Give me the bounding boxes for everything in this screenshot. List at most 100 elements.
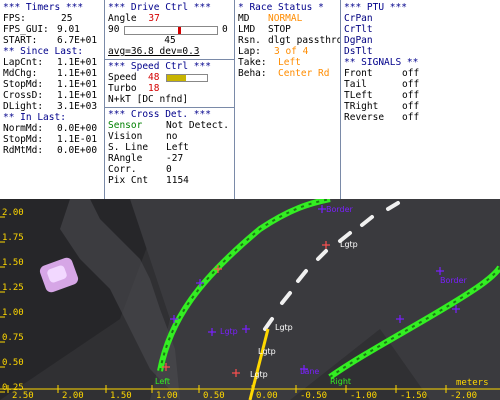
slider-max-label: 0	[222, 24, 228, 35]
signal-tleft-value: off	[402, 90, 420, 101]
crossd-value: 1.1E+01	[57, 90, 98, 101]
camera-view[interactable]: Left Right Border Lgtp Lgtp Lgtp Lgtp Bo…	[0, 199, 500, 400]
stopmd-label: StopMd:	[3, 79, 44, 90]
slider-min-label: 90	[108, 24, 120, 35]
fps-label: FPS:	[3, 13, 26, 24]
normmd-label: NormMd:	[3, 123, 44, 134]
speed-bar	[166, 74, 208, 82]
timers-header: *** Timers ***	[3, 2, 84, 13]
y-tick-label: 0.75	[2, 333, 24, 343]
rdmtmd-label: RdMtMd:	[3, 145, 44, 156]
y-tick-label: 2.00	[2, 208, 24, 218]
signal-tail-label: Tail	[344, 79, 367, 90]
marker-label-lane: Lane	[300, 367, 319, 376]
fps-gui-label: FPS_GUI:	[3, 24, 49, 35]
rangle-label: RAngle	[108, 153, 143, 164]
stopmd-value: 1.1E+01	[57, 79, 98, 90]
x-tick-label: 0.50	[203, 391, 225, 400]
lapcnt-label: LapCnt:	[3, 57, 44, 68]
in-last-header: ** In Last:	[3, 112, 66, 123]
signals-header: ** SIGNALS **	[344, 57, 419, 68]
speed-bar-fill	[167, 75, 187, 81]
take-value: Left	[278, 57, 301, 68]
pix-cnt-label: Pix Cnt	[108, 175, 149, 186]
x-unit-label: meters	[456, 378, 489, 388]
beha-value: Center Rd	[278, 68, 330, 79]
dlight-label: DLight:	[3, 101, 44, 112]
corr-value: 0	[166, 164, 172, 175]
avg-dev-text: avg=36.8 dev=0.3	[108, 46, 200, 57]
lmd-label: LMD	[238, 24, 256, 35]
divider	[105, 107, 234, 108]
angle-value: 37	[148, 13, 160, 24]
divider	[105, 59, 234, 60]
start-label: START:	[3, 35, 38, 46]
marker-label-border-right: Border	[440, 276, 468, 285]
pix-cnt-value: 1154	[166, 175, 189, 186]
signal-tleft-label: TLeft	[344, 90, 373, 101]
angle-label: Angle	[108, 13, 137, 24]
crossd-label: CrossD:	[3, 90, 44, 101]
rangle-value: -27	[166, 153, 184, 164]
cross-header: *** Cross Det. ***	[108, 109, 211, 120]
timers-panel: *** Timers *** FPS: 25 FPS_GUI: 9.01 START…	[0, 0, 105, 199]
x-tick-label: -2.00	[450, 391, 477, 400]
lapcnt-value: 1.1E+01	[57, 57, 98, 68]
camera-overlay: Left Right Border Lgtp Lgtp Lgtp Lgtp Bo…	[0, 199, 500, 400]
angle-slider-thumb[interactable]	[178, 27, 182, 34]
marker-label-lgtp-3: Lgtp	[258, 347, 276, 356]
corr-label: Corr.	[108, 164, 137, 175]
s-line-label: S. Line	[108, 142, 149, 153]
x-tick-label: 0.00	[256, 391, 278, 400]
ptu-crpan[interactable]: CrPan	[344, 13, 497, 24]
x-tick-label: -1.00	[350, 391, 377, 400]
normmd-value: 0.0E+00	[57, 123, 98, 134]
md-value: NORMAL	[268, 13, 303, 24]
md-label: MD	[238, 13, 250, 24]
speed-value: 48	[148, 72, 160, 83]
marker-label-lgtp-4: Lgtp	[220, 327, 238, 336]
drive-panel: *** Drive Ctrl *** Angle 37 90 0 45 avg=…	[105, 0, 235, 199]
signal-tail-value: off	[402, 79, 420, 90]
mdchg-value: 1.1E+01	[57, 68, 98, 79]
signal-reverse-label: Reverse	[344, 112, 385, 123]
y-tick-label: 1.00	[2, 308, 24, 318]
rsn-value: dlgt passthrough	[268, 35, 341, 46]
marker-label-lgtp-1: Lgtp	[340, 240, 358, 249]
signal-front-label: Front	[344, 68, 373, 79]
drive-header: *** Drive Ctrl ***	[108, 2, 211, 13]
turbo-value: 18	[148, 83, 160, 94]
y-tick-label: 1.50	[2, 258, 24, 268]
lane-right-label: Right	[330, 377, 351, 386]
ptu-crtlt[interactable]: CrTlt	[344, 24, 497, 35]
take-label: Take:	[238, 57, 267, 68]
speed-header: *** Speed Ctrl ***	[108, 61, 211, 72]
marker-label-lgtp-5: Lgtp	[250, 370, 268, 379]
signal-tright-value: off	[402, 101, 420, 112]
dlight-value: 3.1E+03	[57, 101, 98, 112]
stopmd-last-value: 1.1E-01	[57, 134, 98, 145]
mdchg-label: MdChg:	[3, 68, 38, 79]
fps-gui-value: 9.01	[57, 24, 80, 35]
start-value: 6.7E+01	[57, 35, 98, 46]
x-tick-label: 2.50	[12, 391, 34, 400]
signal-front-value: off	[402, 68, 420, 79]
ptu-dgpan[interactable]: DgPan	[344, 35, 497, 46]
rsn-label: Rsn.	[238, 35, 261, 46]
x-tick-label: -0.50	[300, 391, 327, 400]
beha-label: Beha:	[238, 68, 267, 79]
speed-label: Speed	[108, 72, 137, 83]
y-tick-label: 0.50	[2, 358, 24, 368]
ptu-dstlt[interactable]: DsTlt	[344, 46, 497, 57]
x-tick-label: -1.50	[400, 391, 427, 400]
y-tick-label: 1.25	[2, 283, 24, 293]
lane-left-label: Left	[155, 377, 170, 386]
sensor-label: Sensor	[108, 120, 143, 131]
angle-slider-row: 90 0	[108, 24, 231, 35]
x-tick-label: 2.00	[62, 391, 84, 400]
angle-slider[interactable]	[124, 26, 218, 35]
since-last-header: ** Since Last:	[3, 46, 84, 57]
sensor-value: Not Detect.	[166, 120, 229, 131]
marker-label-border-top: Border	[326, 205, 354, 214]
lmd-value: STOP	[268, 24, 291, 35]
